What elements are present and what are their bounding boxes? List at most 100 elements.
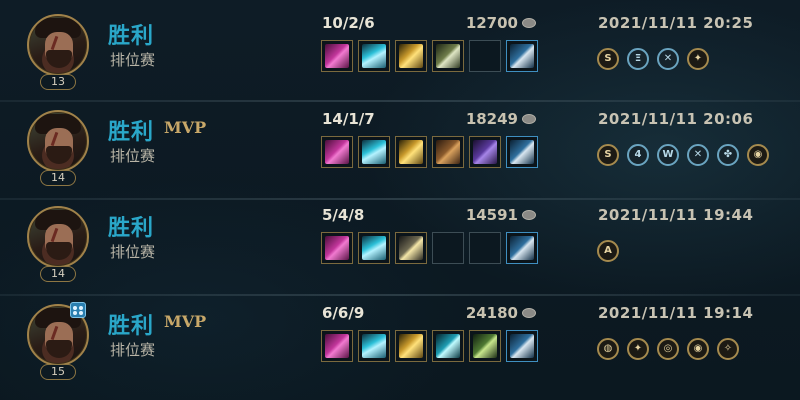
match-datetime: 2021/11/11 20:06 — [598, 110, 754, 128]
purple-cloak-icon — [473, 140, 497, 164]
gold-earned: 24180 — [465, 304, 518, 322]
queue-type: 排位赛 — [110, 341, 156, 359]
mvp-badge: MVP — [164, 118, 207, 137]
achievement-medal-icon[interactable]: ✧ — [717, 338, 739, 360]
match-result: 胜利 — [108, 24, 155, 49]
crystal-claw-item[interactable] — [358, 40, 390, 72]
match-datetime: 2021/11/11 19:14 — [598, 304, 754, 322]
avatar-beard — [46, 146, 72, 164]
teal-scythe-item[interactable] — [432, 330, 464, 362]
blue-trinket-icon — [510, 44, 534, 68]
empty-item-slot — [432, 232, 464, 264]
row-divider — [0, 294, 800, 296]
champion-avatar — [27, 14, 89, 76]
achievement-medal-icon[interactable]: ◉ — [747, 144, 769, 166]
empty-item-slot — [469, 232, 501, 264]
champion-level-badge: 14 — [40, 170, 76, 186]
item-build — [321, 232, 538, 264]
blue-trinket-icon — [510, 334, 534, 358]
gold-coin-icon — [522, 18, 536, 28]
match-datetime: 2021/11/11 20:25 — [598, 14, 754, 32]
crystal-claw-item[interactable] — [358, 232, 390, 264]
hammer-item[interactable] — [432, 136, 464, 168]
champion-avatar — [27, 206, 89, 268]
kda-score: 10/2/6 — [322, 14, 375, 32]
gold-sword-icon — [399, 334, 423, 358]
green-gun-item[interactable] — [469, 330, 501, 362]
achievement-medal-icon[interactable]: ✦ — [687, 48, 709, 70]
crystal-claw-item[interactable] — [358, 136, 390, 168]
achievement-medal-icon[interactable]: S — [597, 144, 619, 166]
kda-score: 6/6/9 — [322, 304, 365, 322]
gold-sword-item[interactable] — [395, 40, 427, 72]
match-result: 胜利 — [108, 314, 155, 339]
crystal-claw-icon — [362, 44, 386, 68]
gold-coin-icon — [522, 308, 536, 318]
match-row[interactable]: 14 胜利 排位赛 5/4/8 14591 2021/11/11 19:44 A — [0, 192, 800, 288]
gold-coin-icon — [522, 210, 536, 220]
mvp-badge: MVP — [164, 312, 207, 331]
champion-avatar — [27, 110, 89, 172]
match-row[interactable]: 13 胜利 排位赛 10/2/6 12700 2021/11/11 20:25 S Ξ ✕ ✦ — [0, 0, 800, 96]
purple-cloak-item[interactable] — [469, 136, 501, 168]
green-blade-item[interactable] — [432, 40, 464, 72]
star-blade-item[interactable] — [395, 232, 427, 264]
gold-earned: 12700 — [465, 14, 518, 32]
avatar-beard — [46, 340, 72, 358]
achievement-medals: S 4 W ✕ ✤ ◉ — [597, 144, 769, 166]
achievement-medals: ◍ ✦ ◎ ◉ ✧ — [597, 338, 739, 360]
match-history-list: 13 胜利 排位赛 10/2/6 12700 2021/11/11 20:25 S Ξ ✕ ✦ 14… — [0, 0, 800, 400]
magenta-blade-icon — [325, 236, 349, 260]
blue-trinket[interactable] — [506, 136, 538, 168]
achievement-medal-icon[interactable]: Ξ — [627, 48, 649, 70]
green-gun-icon — [473, 334, 497, 358]
magenta-blade-item[interactable] — [321, 40, 353, 72]
crystal-claw-icon — [362, 236, 386, 260]
achievement-medal-icon[interactable]: ✦ — [627, 338, 649, 360]
gold-sword-item[interactable] — [395, 136, 427, 168]
item-build — [321, 330, 538, 362]
achievement-medal-icon[interactable]: ✕ — [687, 144, 709, 166]
match-datetime: 2021/11/11 19:44 — [598, 206, 754, 224]
match-result: 胜利 — [108, 216, 155, 241]
magenta-blade-item[interactable] — [321, 136, 353, 168]
crystal-claw-item[interactable] — [358, 330, 390, 362]
teal-scythe-icon — [436, 334, 460, 358]
party-icon — [70, 302, 86, 318]
row-divider — [0, 198, 800, 200]
magenta-blade-icon — [325, 334, 349, 358]
row-divider — [0, 100, 800, 102]
achievement-medal-icon[interactable]: W — [657, 144, 679, 166]
item-build — [321, 40, 538, 72]
achievement-medals: S Ξ ✕ ✦ — [597, 48, 709, 70]
match-row[interactable]: 15 胜利 MVP 排位赛 6/6/9 24180 2021/11/11 19:14 ◍ ✦ ◎ ◉… — [0, 290, 800, 386]
achievement-medal-icon[interactable]: S — [597, 48, 619, 70]
achievement-medal-icon[interactable]: ◎ — [657, 338, 679, 360]
achievement-medal-icon[interactable]: ✤ — [717, 144, 739, 166]
magenta-blade-icon — [325, 44, 349, 68]
green-blade-icon — [436, 44, 460, 68]
blue-trinket[interactable] — [506, 232, 538, 264]
match-result: 胜利 — [108, 120, 155, 145]
magenta-blade-item[interactable] — [321, 330, 353, 362]
magenta-blade-item[interactable] — [321, 232, 353, 264]
blue-trinket[interactable] — [506, 40, 538, 72]
avatar-beard — [46, 242, 72, 260]
blue-trinket[interactable] — [506, 330, 538, 362]
crystal-claw-icon — [362, 334, 386, 358]
gold-sword-item[interactable] — [395, 330, 427, 362]
achievement-medal-icon[interactable]: ◍ — [597, 338, 619, 360]
gold-coin-icon — [522, 114, 536, 124]
champion-level-badge: 14 — [40, 266, 76, 282]
queue-type: 排位赛 — [110, 51, 156, 69]
gold-earned: 14591 — [465, 206, 518, 224]
achievement-medal-icon[interactable]: ✕ — [657, 48, 679, 70]
gold-earned: 18249 — [465, 110, 518, 128]
match-row[interactable]: 14 胜利 MVP 排位赛 14/1/7 18249 2021/11/11 20:06 S 4 W… — [0, 96, 800, 192]
champion-level-badge: 15 — [40, 364, 76, 380]
achievement-medal-icon[interactable]: A — [597, 240, 619, 262]
gold-sword-icon — [399, 140, 423, 164]
achievement-medal-icon[interactable]: 4 — [627, 144, 649, 166]
achievement-medals: A — [597, 240, 619, 262]
achievement-medal-icon[interactable]: ◉ — [687, 338, 709, 360]
